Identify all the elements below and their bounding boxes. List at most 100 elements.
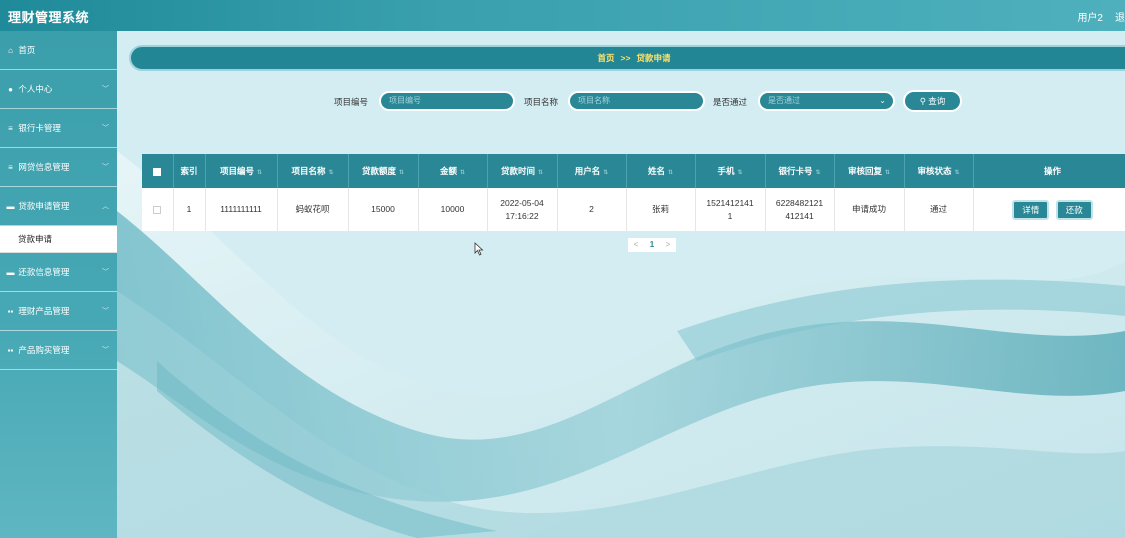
breadcrumb-separator: >> (620, 53, 631, 63)
project-no-label: 项目编号 (334, 97, 369, 107)
sidebar-item-label: 个人中心 (18, 84, 53, 94)
breadcrumb-current: 贷款申请 (636, 53, 671, 63)
top-bar: 理财管理系统 用户2 退 (0, 0, 1125, 31)
sidebar: ⌂ 首页 ● 个人中心 ﹀ ≡ 银行卡管理 ﹀ ≡ 网贷信息管理 ﹀ ▬ 贷款申… (0, 31, 117, 538)
cell-project-name: 蚂蚁花呗 (277, 188, 349, 231)
project-no-input[interactable]: 项目编号 (379, 91, 515, 111)
chevron-down-icon: ﹀ (102, 164, 109, 171)
cell-bank-card: 6228482121 412141 (765, 188, 835, 231)
sidebar-item-label: 理财产品管理 (18, 306, 70, 316)
header-label: 姓名 (647, 166, 665, 176)
breadcrumb-home[interactable]: 首页 (598, 53, 615, 63)
header-project-name[interactable]: 项目名称 ⇅ (277, 154, 349, 188)
submenu-item-loan-apply[interactable]: 贷款申请 (0, 226, 117, 253)
row-checkbox[interactable] (153, 205, 162, 214)
sort-icon[interactable]: ⇅ (885, 170, 890, 176)
sidebar-item-home[interactable]: ⌂ 首页 (0, 31, 117, 70)
home-icon: ⌂ (8, 46, 13, 55)
sidebar-item-label: 银行卡管理 (18, 123, 61, 133)
chevron-down-icon: ﹀ (102, 269, 109, 276)
current-user[interactable]: 用户2 (1077, 13, 1103, 24)
header-username[interactable]: 用户名 ⇅ (557, 154, 627, 188)
header-review-reply[interactable]: 审核回复 ⇅ (834, 154, 905, 188)
header-amount[interactable]: 金额 ⇅ (418, 154, 488, 188)
chevron-down-icon: ﹀ (102, 347, 109, 354)
cell-project-no: 1111111111 (205, 188, 278, 231)
sidebar-item-products[interactable]: ▪▪ 理财产品管理 ﹀ (0, 292, 117, 331)
table-header-row: 索引 项目编号 ⇅ 项目名称 ⇅ 贷款额度 ⇅ 金额 ⇅ 贷款时间 ⇅ 用户名 ⇅ 姓名 ⇅ … (142, 154, 1125, 188)
header-bank-card[interactable]: 银行卡号 ⇅ (765, 154, 835, 188)
sidebar-item-bank-card[interactable]: ≡ 银行卡管理 ﹀ (0, 109, 117, 148)
cell-review-status: 通过 (904, 188, 974, 231)
chevron-down-icon: ﹀ (102, 125, 109, 132)
pagination: <1 > (628, 238, 676, 252)
phone-line-1: 1521412141 (706, 197, 754, 208)
list-icon: ≡ (8, 163, 13, 172)
cell-amount: 10000 (418, 188, 488, 231)
query-button[interactable]: ⚲ 查询 (903, 90, 962, 112)
project-name-label: 项目名称 (524, 97, 559, 107)
sort-icon[interactable]: ⇅ (460, 170, 465, 176)
sidebar-item-loan-application[interactable]: ▬ 贷款申请管理 ︿ (0, 187, 117, 226)
header-label: 用户名 (574, 166, 601, 176)
sort-icon[interactable]: ⇅ (954, 170, 959, 176)
header-label: 项目名称 (291, 166, 326, 176)
sort-icon[interactable]: ⇅ (257, 170, 262, 176)
sort-icon[interactable]: ⇅ (815, 170, 820, 176)
sort-icon[interactable]: ⇅ (399, 170, 404, 176)
header-label: 审核状态 (917, 166, 952, 176)
loan-clock-time: 17:16:22 (505, 210, 539, 221)
cell-username: 2 (557, 188, 627, 231)
header-label: 手机 (717, 166, 735, 176)
query-button-label: 查询 (928, 96, 946, 106)
pager-page-1[interactable]: 1 (644, 238, 660, 252)
grid-icon: ▪▪ (7, 307, 14, 316)
card-line-1: 6228482121 (775, 197, 824, 208)
header-loan-time[interactable]: 贷款时间 ⇅ (487, 154, 558, 188)
sort-icon[interactable]: ⇅ (603, 170, 608, 176)
sort-icon[interactable]: ⇅ (737, 170, 742, 176)
repay-button[interactable]: 还款 (1055, 199, 1093, 220)
row-select-cell[interactable] (142, 188, 174, 231)
header-label: 贷款时间 (500, 166, 535, 176)
comment-icon: ▬ (6, 268, 15, 277)
sidebar-item-p2p-info[interactable]: ≡ 网贷信息管理 ﹀ (0, 148, 117, 187)
breadcrumb: 首页 >> 贷款申请 (129, 45, 1125, 71)
header-loan-limit[interactable]: 贷款额度 ⇅ (348, 154, 419, 188)
main-content: 首页 >> 贷款申请 项目编号 项目编号 项目名称 项目名称 是否通过 是否通过 ⌄… (117, 31, 1125, 538)
sidebar-item-label: 网贷信息管理 (18, 162, 70, 172)
header-index: 索引 (173, 154, 206, 188)
logout-link[interactable]: 退 (1115, 13, 1125, 24)
header-name[interactable]: 姓名 ⇅ (626, 154, 696, 188)
cell-review-reply: 申请成功 (834, 188, 905, 231)
sidebar-item-repayment[interactable]: ▬ 还款信息管理 ﹀ (0, 253, 117, 292)
sidebar-item-label: 产品购买管理 (18, 345, 70, 355)
header-phone[interactable]: 手机 ⇅ (695, 154, 766, 188)
select-all-checkbox[interactable] (153, 167, 162, 176)
cell-index: 1 (173, 188, 206, 231)
loan-date: 2022-05-04 (500, 197, 544, 208)
sort-icon[interactable]: ⇅ (538, 170, 543, 176)
app-title: 理财管理系统 (8, 10, 90, 25)
pager-prev-button[interactable]: < (628, 238, 644, 252)
header-actions: 操作 (973, 154, 1125, 188)
passed-select-value: 是否通过 (768, 96, 800, 105)
header-review-status[interactable]: 审核状态 ⇅ (904, 154, 974, 188)
passed-select[interactable]: 是否通过 ⌄ (758, 91, 895, 111)
sidebar-item-purchases[interactable]: ▪▪ 产品购买管理 ﹀ (0, 331, 117, 370)
sidebar-item-personal-center[interactable]: ● 个人中心 ﹀ (0, 70, 117, 109)
sort-icon[interactable]: ⇅ (668, 170, 673, 176)
phone-line-2: 1 (727, 210, 733, 221)
project-name-input[interactable]: 项目名称 (568, 91, 705, 111)
list-icon: ≡ (8, 124, 13, 133)
cell-loan-time: 2022-05-04 17:16:22 (487, 188, 558, 231)
user-icon: ● (8, 85, 13, 94)
header-project-no[interactable]: 项目编号 ⇅ (205, 154, 278, 188)
mouse-cursor-icon (474, 242, 484, 256)
chevron-down-icon: ﹀ (102, 86, 109, 93)
header-select-all[interactable] (142, 154, 174, 188)
header-label: 金额 (439, 166, 457, 176)
sort-icon[interactable]: ⇅ (328, 170, 333, 176)
pager-next-button[interactable]: > (660, 238, 676, 252)
detail-button[interactable]: 详情 (1012, 199, 1050, 220)
